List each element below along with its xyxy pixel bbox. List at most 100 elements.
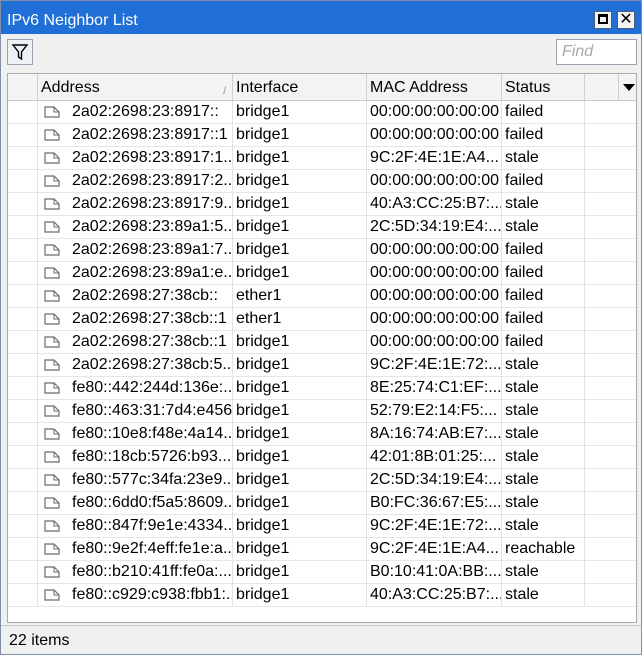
empty-cell	[585, 400, 636, 423]
table-row[interactable]: 2a02:2698:23:8917:: bridge1 00:00:00:00:…	[8, 101, 636, 124]
status-cell: failed	[502, 308, 585, 331]
mac-cell: 9C:2F:4E:1E:72:...	[367, 354, 502, 377]
status-cell: stale	[502, 515, 585, 538]
status-cell: reachable	[502, 538, 585, 561]
table-row[interactable]: fe80::463:31:7d4:e456 bridge1 52:79:E2:1…	[8, 400, 636, 423]
address-cell: 2a02:2698:27:38cb::1	[38, 331, 233, 354]
table-row[interactable]: 2a02:2698:23:89a1:5... bridge1 2C:5D:34:…	[8, 216, 636, 239]
table-row[interactable]: 2a02:2698:23:8917::1 bridge1 00:00:00:00…	[8, 124, 636, 147]
row-spacer	[8, 584, 38, 607]
empty-cell	[585, 239, 636, 262]
table-row[interactable]: 2a02:2698:27:38cb::1 bridge1 00:00:00:00…	[8, 331, 636, 354]
table-row[interactable]: 2a02:2698:27:38cb::1 ether1 00:00:00:00:…	[8, 308, 636, 331]
empty-cell	[585, 262, 636, 285]
header-empty	[585, 74, 619, 100]
table-row[interactable]: fe80::b210:41ff:fe0a:... bridge1 B0:10:4…	[8, 561, 636, 584]
interface-cell: bridge1	[233, 124, 367, 147]
status-cell: failed	[502, 285, 585, 308]
mac-cell: 9C:2F:4E:1E:72:...	[367, 515, 502, 538]
filter-icon	[12, 44, 28, 60]
mac-cell: 00:00:00:00:00:00	[367, 331, 502, 354]
table-row[interactable]: 2a02:2698:23:8917:1... bridge1 9C:2F:4E:…	[8, 147, 636, 170]
table-header: Address / Interface MAC Address Status	[8, 74, 636, 101]
title-bar[interactable]: IPv6 Neighbor List ✕	[1, 1, 641, 34]
interface-cell: bridge1	[233, 239, 367, 262]
empty-cell	[585, 285, 636, 308]
table-row[interactable]: fe80::847f:9e1e:4334... bridge1 9C:2F:4E…	[8, 515, 636, 538]
row-spacer	[8, 400, 38, 423]
table-row[interactable]: 2a02:2698:23:8917:2... bridge1 00:00:00:…	[8, 170, 636, 193]
address-cell: 2a02:2698:23:8917:9...	[38, 193, 233, 216]
table-row[interactable]: fe80::10e8:f48e:4a14... bridge1 8A:16:74…	[8, 423, 636, 446]
interface-cell: bridge1	[233, 216, 367, 239]
table-row[interactable]: fe80::577c:34fa:23e9... bridge1 2C:5D:34…	[8, 469, 636, 492]
table-row[interactable]: fe80::442:244d:136e:... bridge1 8E:25:74…	[8, 377, 636, 400]
address-cell: fe80::847f:9e1e:4334...	[38, 515, 233, 538]
empty-cell	[585, 469, 636, 492]
row-spacer	[8, 354, 38, 377]
mac-cell: 00:00:00:00:00:00	[367, 170, 502, 193]
close-button[interactable]: ✕	[617, 11, 635, 29]
mac-cell: 00:00:00:00:00:00	[367, 101, 502, 124]
mac-cell: 8E:25:74:C1:EF:...	[367, 377, 502, 400]
mac-cell: 00:00:00:00:00:00	[367, 124, 502, 147]
status-bar: 22 items	[1, 625, 641, 654]
restore-button[interactable]	[594, 11, 612, 29]
address-cell: 2a02:2698:23:8917:2...	[38, 170, 233, 193]
address-cell: fe80::463:31:7d4:e456	[38, 400, 233, 423]
filter-button[interactable]	[7, 39, 33, 65]
find-input[interactable]	[556, 39, 637, 65]
status-cell: stale	[502, 400, 585, 423]
table-rows: 2a02:2698:23:8917:: bridge1 00:00:00:00:…	[8, 101, 636, 607]
mac-cell: 42:01:8B:01:25:...	[367, 446, 502, 469]
status-cell: stale	[502, 423, 585, 446]
address-cell: fe80::577c:34fa:23e9...	[38, 469, 233, 492]
mac-cell: 9C:2F:4E:1E:A4...	[367, 147, 502, 170]
interface-cell: bridge1	[233, 423, 367, 446]
empty-cell	[585, 170, 636, 193]
column-menu-chevron-down-icon[interactable]	[619, 74, 636, 100]
address-cell: 2a02:2698:27:38cb:5...	[38, 354, 233, 377]
interface-cell: bridge1	[233, 446, 367, 469]
mac-cell: 2C:5D:34:19:E4:...	[367, 216, 502, 239]
row-spacer	[8, 239, 38, 262]
header-address-label: Address	[41, 79, 100, 96]
row-spacer	[8, 124, 38, 147]
interface-cell: bridge1	[233, 538, 367, 561]
table-row[interactable]: 2a02:2698:23:89a1:e... bridge1 00:00:00:…	[8, 262, 636, 285]
header-status[interactable]: Status	[502, 74, 585, 100]
row-spacer	[8, 538, 38, 561]
status-cell: failed	[502, 101, 585, 124]
header-mac-address[interactable]: MAC Address	[367, 74, 502, 100]
table-row[interactable]: fe80::9e2f:4eff:fe1e:a... bridge1 9C:2F:…	[8, 538, 636, 561]
status-cell: failed	[502, 239, 585, 262]
empty-cell	[585, 446, 636, 469]
mac-cell: 40:A3:CC:25:B7:...	[367, 584, 502, 607]
table-row[interactable]: 2a02:2698:23:89a1:7... bridge1 00:00:00:…	[8, 239, 636, 262]
empty-cell	[585, 538, 636, 561]
table-row[interactable]: fe80::c929:c938:fbb1:... bridge1 40:A3:C…	[8, 584, 636, 607]
header-interface[interactable]: Interface	[233, 74, 367, 100]
header-address[interactable]: Address /	[38, 74, 233, 100]
interface-cell: bridge1	[233, 101, 367, 124]
row-spacer	[8, 377, 38, 400]
address-cell: 2a02:2698:23:8917::1	[38, 124, 233, 147]
table-row[interactable]: 2a02:2698:27:38cb:: ether1 00:00:00:00:0…	[8, 285, 636, 308]
item-count: 22 items	[9, 632, 70, 649]
table-row[interactable]: fe80::6dd0:f5a5:8609... bridge1 B0:FC:36…	[8, 492, 636, 515]
status-cell: failed	[502, 124, 585, 147]
table-row[interactable]: 2a02:2698:23:8917:9... bridge1 40:A3:CC:…	[8, 193, 636, 216]
mac-cell: 8A:16:74:AB:E7:...	[367, 423, 502, 446]
close-icon: ✕	[619, 11, 633, 28]
mac-cell: 9C:2F:4E:1E:A4...	[367, 538, 502, 561]
status-cell: stale	[502, 147, 585, 170]
table-row[interactable]: 2a02:2698:27:38cb:5... bridge1 9C:2F:4E:…	[8, 354, 636, 377]
row-spacer	[8, 561, 38, 584]
interface-cell: bridge1	[233, 400, 367, 423]
empty-cell	[585, 584, 636, 607]
status-cell: stale	[502, 469, 585, 492]
status-cell: stale	[502, 561, 585, 584]
empty-cell	[585, 193, 636, 216]
table-row[interactable]: fe80::18cb:5726:b93... bridge1 42:01:8B:…	[8, 446, 636, 469]
empty-cell	[585, 101, 636, 124]
